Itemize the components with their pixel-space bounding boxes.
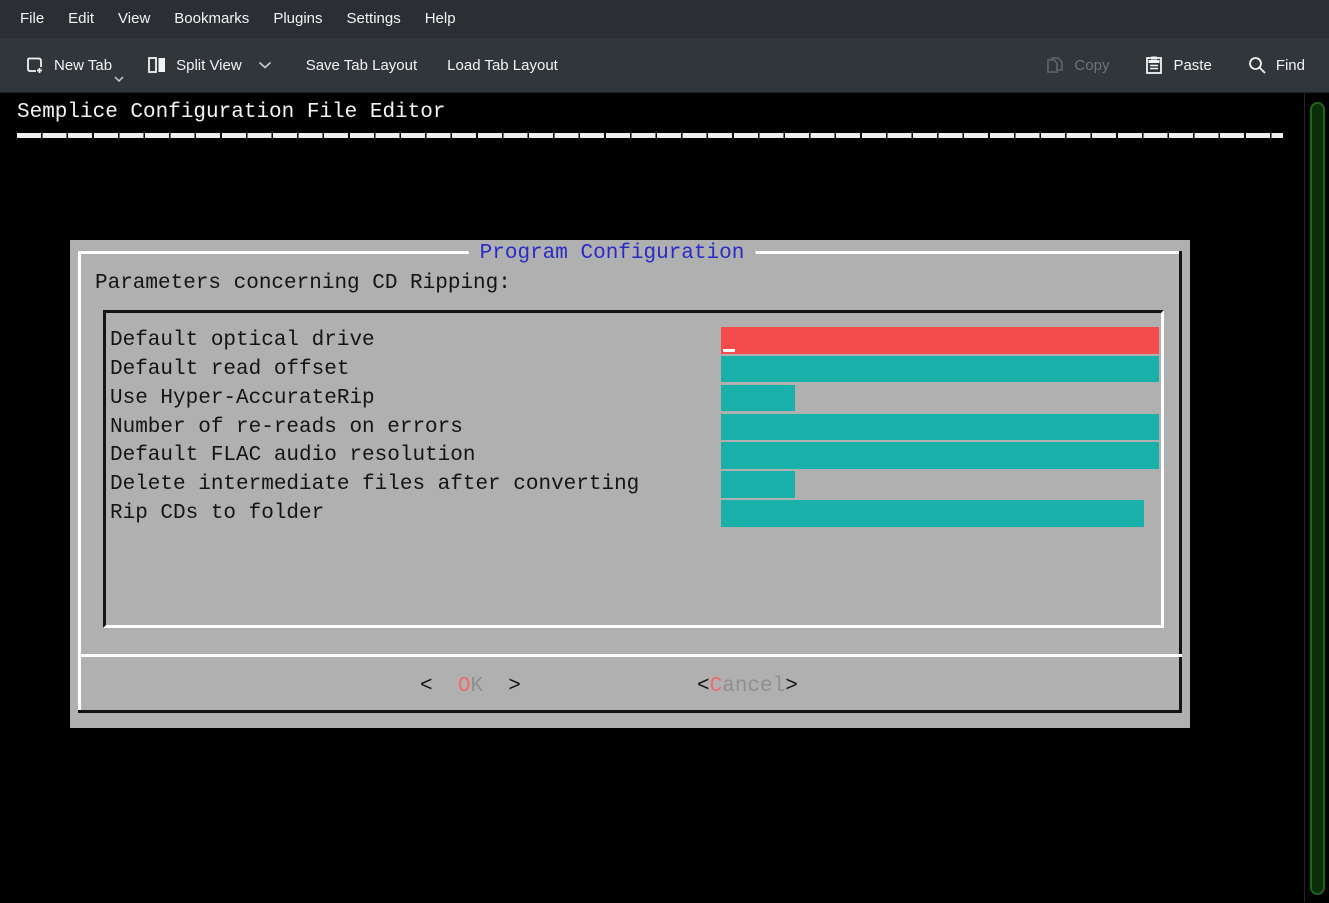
- ok-label-rest: K: [470, 675, 508, 698]
- field-label: Use Hyper-AccurateRip: [110, 385, 721, 414]
- toolbar: New Tab Split View Save Tab Layout Load …: [0, 38, 1329, 93]
- search-icon: [1246, 54, 1268, 76]
- load-tab-layout-label: Load Tab Layout: [447, 57, 558, 74]
- field-label: Default FLAC audio resolution: [110, 442, 721, 471]
- cancel-button[interactable]: <Cancel>: [697, 673, 798, 702]
- split-view-icon: [146, 54, 168, 76]
- form-row: Rip CDs to folder $HOME/Desktop: [110, 500, 1161, 529]
- dialog-buttons: < OK > <Cancel>: [70, 673, 1190, 702]
- save-tab-layout-label: Save Tab Layout: [306, 57, 417, 74]
- form-box: Default optical drive /dev/cdrom Default…: [103, 310, 1164, 628]
- field-label: Rip CDs to folder: [110, 500, 721, 529]
- menu-file[interactable]: File: [8, 0, 56, 38]
- bracket: >: [785, 675, 798, 698]
- menu-help[interactable]: Help: [413, 0, 468, 38]
- find-label: Find: [1276, 57, 1305, 74]
- text-cursor: [723, 349, 735, 352]
- paste-label: Paste: [1173, 57, 1211, 74]
- copy-button[interactable]: Copy: [1034, 48, 1119, 82]
- field-input-flac-resolution[interactable]: standard: [721, 442, 1159, 469]
- split-view-button[interactable]: Split View: [136, 48, 282, 82]
- form-row: Default optical drive /dev/cdrom: [110, 327, 1161, 356]
- chevron-down-icon: [258, 61, 272, 69]
- menu-plugins[interactable]: Plugins: [261, 0, 334, 38]
- field-input-rip-folder[interactable]: $HOME/Desktop: [721, 500, 1144, 527]
- copy-label: Copy: [1074, 57, 1109, 74]
- field-label: Number of re-reads on errors: [110, 414, 721, 443]
- dialog-border-left: [78, 251, 81, 713]
- cancel-hotkey: C: [710, 675, 723, 698]
- terminal-backtitle: Semplice Configuration File Editor: [17, 101, 445, 124]
- copy-icon: [1044, 54, 1066, 76]
- find-button[interactable]: Find: [1236, 48, 1315, 82]
- terminal-view[interactable]: Semplice Configuration File Editor Progr…: [0, 93, 1329, 902]
- dialog-subtitle: Parameters concerning CD Ripping:: [95, 270, 511, 299]
- bracket: <: [697, 675, 710, 698]
- new-tab-icon: [24, 54, 46, 76]
- save-tab-layout-button[interactable]: Save Tab Layout: [296, 51, 427, 80]
- menu-bookmarks[interactable]: Bookmarks: [162, 0, 261, 38]
- dialog-border-bottom: [78, 710, 1182, 713]
- field-label: Delete intermediate files after converti…: [110, 471, 721, 500]
- menu-view[interactable]: View: [106, 0, 162, 38]
- form-row: Number of re-reads on errors 40: [110, 414, 1161, 443]
- form-row: Delete intermediate files after converti…: [110, 471, 1161, 500]
- bracket: <: [420, 675, 433, 698]
- program-configuration-dialog: Program Configuration Parameters concern…: [70, 240, 1190, 728]
- dialog-border-right: [1179, 251, 1182, 713]
- new-tab-label: New Tab: [54, 57, 112, 74]
- new-tab-button[interactable]: New Tab: [14, 48, 122, 82]
- field-input-re-reads[interactable]: 40: [721, 414, 1159, 441]
- field-input-optical-drive[interactable]: /dev/cdrom: [721, 327, 1159, 354]
- form-row: Default FLAC audio resolution standard: [110, 442, 1161, 471]
- ok-hotkey: O: [458, 675, 471, 698]
- ok-button[interactable]: < OK >: [420, 673, 521, 702]
- chevron-down-icon: [114, 76, 124, 82]
- menu-edit[interactable]: Edit: [56, 0, 106, 38]
- menu-settings[interactable]: Settings: [335, 0, 413, 38]
- backtitle-rule: [17, 133, 1283, 138]
- paste-icon: [1143, 54, 1165, 76]
- cancel-label-rest: ancel: [722, 675, 785, 698]
- split-view-label: Split View: [176, 57, 242, 74]
- scrollbar-thumb[interactable]: [1310, 102, 1325, 895]
- field-label: Default optical drive: [110, 327, 721, 356]
- menubar: File Edit View Bookmarks Plugins Setting…: [0, 0, 1329, 38]
- form-row: Default read offset: [110, 356, 1161, 385]
- pad: [433, 675, 458, 698]
- field-input-hyper-accuraterip[interactable]: no: [721, 385, 795, 412]
- field-input-delete-intermediate[interactable]: yes: [721, 471, 795, 498]
- form-row: Use Hyper-AccurateRip no: [110, 385, 1161, 414]
- scrollbar-track-divider: [1304, 93, 1305, 902]
- load-tab-layout-button[interactable]: Load Tab Layout: [437, 51, 568, 80]
- dialog-button-separator: [78, 654, 1182, 657]
- field-input-read-offset[interactable]: [721, 356, 1159, 383]
- paste-button[interactable]: Paste: [1133, 48, 1221, 82]
- dialog-title: Program Configuration: [469, 241, 756, 266]
- bracket: >: [508, 675, 521, 698]
- field-label: Default read offset: [110, 356, 721, 385]
